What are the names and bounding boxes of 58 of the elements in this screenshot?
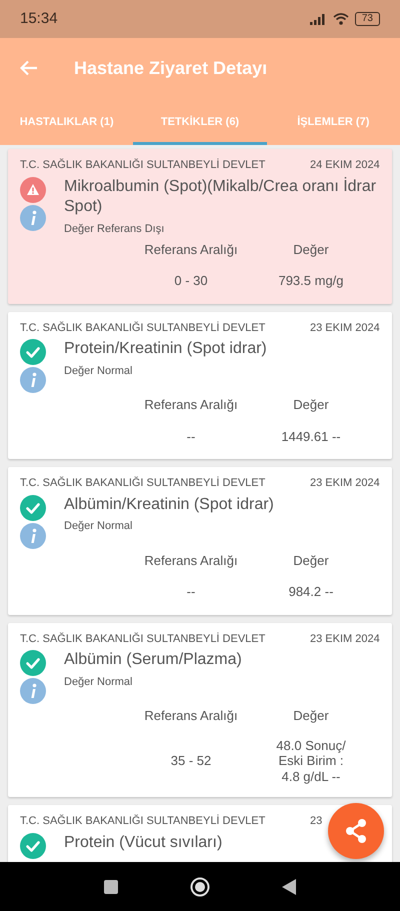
test-name: Mikroalbumin (Spot)(Mikalb/Crea oranı İdrar Spot)	[64, 176, 378, 218]
check-icon	[20, 339, 46, 366]
institution-name: T.C. SAĞLIK BAKANLIĞI SULTANBEYLİ DEVLET	[20, 320, 266, 336]
institution-name: T.C. SAĞLIK BAKANLIĞI SULTANBEYLİ DEVLET	[20, 158, 266, 173]
test-card[interactable]: T.C. SAĞLIK BAKANLIĞI SULTANBEYLİ DEVLET 23 EKIM 2024 Albümin/Kreatinin (Spot idrar) Değer Normal Referans Aralığı Değer -- 984.2 --	[8, 467, 392, 615]
test-name: Albümin/Kreatinin (Spot idrar)	[64, 494, 275, 515]
recents-icon[interactable]	[104, 880, 118, 894]
test-name: Albümin (Serum/Plazma)	[64, 650, 243, 670]
value-label: Değer	[292, 707, 330, 726]
status-text: Değer Normal	[64, 364, 134, 379]
range-value: 35 - 52	[170, 752, 212, 770]
range-value: 0 - 30	[173, 272, 209, 290]
range-value: --	[186, 583, 196, 602]
test-name: Protein/Kreatinin (Spot idrar)	[64, 339, 268, 360]
info-icon[interactable]	[20, 678, 46, 704]
range-label: Referans Aralığı	[143, 707, 239, 726]
test-date: 23 EKIM 2024	[310, 320, 380, 336]
institution-name: T.C. SAĞLIK BAKANLIĞI SULTANBEYLİ DEVLET	[20, 632, 266, 647]
check-icon	[20, 832, 46, 859]
home-icon[interactable]	[190, 876, 210, 896]
range-label: Referans Aralığı	[143, 552, 239, 570]
range-label: Referans Aralığı	[143, 240, 239, 259]
institution-name: T.C. SAĞLIK BAKANLIĞI SULTANBEYLİ DEVLET	[20, 814, 266, 830]
battery-indicator: 73	[354, 12, 380, 26]
status-time: 15:34	[20, 8, 58, 29]
range-value: --	[186, 428, 196, 446]
test-value: 984.2 --	[288, 584, 334, 600]
wifi-icon	[332, 13, 349, 25]
status-text: Değer Referans Dışı	[64, 222, 166, 238]
value-label: Değer	[292, 396, 330, 414]
share-icon	[343, 818, 369, 844]
warning-icon	[20, 176, 46, 202]
test-date: 23 EKIM 2024	[310, 632, 380, 647]
test-date: 23	[310, 814, 324, 830]
test-date: 24 EKIM 2024	[310, 158, 380, 173]
range-label: Referans Aralığı	[143, 396, 239, 414]
test-value: 793.5 mg/g	[277, 273, 345, 289]
info-icon[interactable]	[20, 522, 46, 549]
test-card[interactable]: T.C. SAĞLIK BAKANLIĞI SULTANBEYLİ DEVLET 24 EKIM 2024 Mikroalbumin (Spot)(Mikalb/Crea oranı İdrar Spot) Değer Referans Dışı Referans Aralığı Değer 0 - 30 793.5 mg/g	[8, 149, 392, 304]
value-label: Değer	[292, 552, 330, 570]
check-icon	[20, 494, 46, 521]
info-icon[interactable]	[20, 367, 46, 394]
check-icon	[20, 650, 46, 676]
test-card[interactable]: T.C. SAĞLIK BAKANLIĞI SULTANBEYLİ DEVLET 23 EKIM 2024 Albümin (Serum/Plazma) Değer Normal Referans Aralığı Değer 35 - 52 48.0 Sonuç/ Eski Birim : 4.8 g/dL --	[8, 622, 392, 798]
signal-icon	[310, 13, 327, 25]
institution-name: T.C. SAĞLIK BAKANLIĞI SULTANBEYLİ DEVLET	[20, 476, 266, 492]
status-text: Değer Normal	[64, 674, 134, 690]
value-label: Değer	[292, 240, 330, 259]
status-text: Değer Normal	[64, 519, 134, 534]
test-date: 23 EKIM 2024	[310, 476, 380, 492]
test-name: Protein (Vücut sıvıları)	[64, 832, 224, 853]
header-title: Hastane Ziyaret Detayı	[74, 56, 268, 80]
test-value: 1449.61 --	[280, 428, 342, 444]
back-arrow-icon[interactable]	[20, 60, 38, 76]
test-value: 48.0 Sonuç/ Eski Birim : 4.8 g/dL --	[275, 738, 347, 784]
test-card[interactable]: T.C. SAĞLIK BAKANLIĞI SULTANBEYLİ DEVLET 23 EKIM 2024 Protein/Kreatinin (Spot idrar) Değer Normal Referans Aralığı Değer -- 1449.61 --	[8, 312, 392, 460]
info-icon[interactable]	[20, 204, 46, 230]
back-icon[interactable]	[282, 878, 296, 894]
